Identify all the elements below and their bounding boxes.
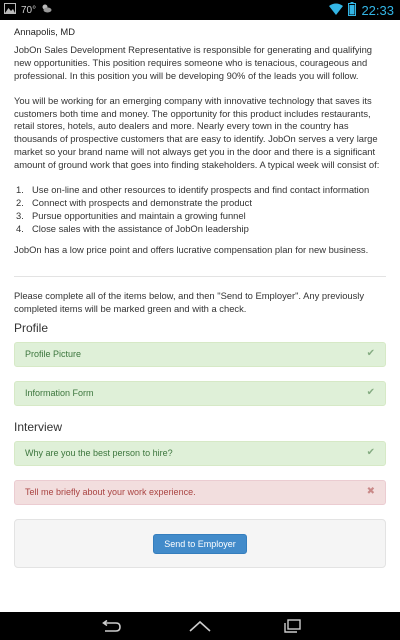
list-item: 4. Close sales with the assistance of Job… <box>16 222 249 234</box>
cross-icon: ✖ <box>366 486 375 498</box>
check-icon: ✔ <box>366 348 375 360</box>
status-bar-right: 22:33 <box>329 2 394 19</box>
divider <box>14 275 386 277</box>
image-icon <box>4 3 16 17</box>
profile-section-title: Profile <box>14 321 49 336</box>
job-location: Annapolis, MD <box>14 26 75 37</box>
duties-list: 1. Use on-line and other resources to ide… <box>14 184 386 236</box>
instructions-text: Please complete all of the items below, … <box>14 289 365 314</box>
interview-section-title: Interview <box>14 420 63 435</box>
weather-icon <box>41 3 52 17</box>
interview-question-item[interactable]: Why are you the best person to hire? ✔ <box>14 441 386 467</box>
clock: 22:33 <box>361 3 394 18</box>
send-to-employer-button[interactable]: Send to Employer <box>153 533 247 554</box>
item-label: Profile Picture <box>25 349 82 360</box>
status-bar: 70° 22:33 <box>0 0 400 20</box>
list-item: 2. Connect with prospects and demonstrate… <box>16 196 252 208</box>
home-icon[interactable] <box>185 617 215 635</box>
information-form-item[interactable]: Information Form ✔ <box>14 381 386 407</box>
battery-icon <box>348 2 357 19</box>
list-item: 3. Pursue opportunities and maintain a gr… <box>16 209 246 221</box>
check-icon: ✔ <box>366 387 375 399</box>
send-panel: Send to Employer <box>14 519 386 569</box>
navigation-bar <box>0 612 400 640</box>
job-intro: JobOn Sales Development Representative i… <box>14 43 373 81</box>
job-description: You will be working for an emerging comp… <box>14 94 380 171</box>
back-icon[interactable] <box>95 617 125 635</box>
temperature-text: 70° <box>21 4 37 16</box>
recent-apps-icon[interactable] <box>277 617 307 635</box>
status-bar-left: 70° <box>4 3 52 17</box>
item-label: Why are you the best person to hire? <box>25 448 173 459</box>
interview-question-item[interactable]: Tell me briefly about your work experien… <box>14 480 386 506</box>
job-detail-content: Annapolis, MD JobOn Sales Development Re… <box>14 26 386 606</box>
item-label: Information Form <box>25 388 94 399</box>
check-icon: ✔ <box>366 447 375 459</box>
list-item: 1. Use on-line and other resources to ide… <box>16 184 370 196</box>
wifi-icon <box>329 3 344 18</box>
profile-picture-item[interactable]: Profile Picture ✔ <box>14 342 386 368</box>
item-label: Tell me briefly about your work experien… <box>25 487 196 498</box>
job-compensation: JobOn has a low price point and offers l… <box>14 243 369 255</box>
